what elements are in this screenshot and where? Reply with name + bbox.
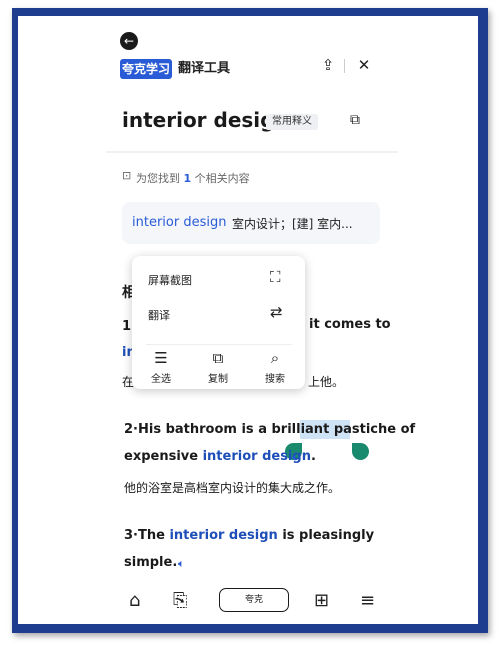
result-count-text: 为您找到 1 个相关内容	[136, 172, 250, 185]
brand-tool-title: 翻译工具	[178, 61, 231, 76]
context-menu: 屏幕截图 ⛶ 翻译 ⇄ ☰ 全选 ⧉ 复制 ⌕ 搜索	[132, 256, 305, 389]
grid-icon[interactable]: ⊞	[314, 590, 329, 611]
menu-item-translate[interactable]: 翻译	[148, 307, 170, 323]
speaker-icon[interactable]: 🔈︎	[178, 557, 185, 571]
back-page-icon[interactable]: ⎘	[173, 590, 187, 611]
translate-icon[interactable]: ⇄	[270, 303, 283, 321]
example-2-translation: 他的浴室是高档室内设计的集大成之作。	[124, 481, 341, 495]
screen: ← 夸克学习 翻译工具 ⇪ ✕ interior design 常用释义 ⧉ ⊡…	[18, 16, 478, 624]
quark-center-button[interactable]: 夸克	[219, 588, 289, 612]
back-arrow-icon[interactable]: ←	[120, 32, 138, 50]
screenshot-icon[interactable]: ⛶	[270, 268, 281, 286]
brand-badge: 夸克学习	[120, 59, 172, 79]
select-all-button[interactable]: ☰ 全选	[141, 348, 181, 385]
copy-icon: ⧉	[212, 349, 224, 367]
example-1-number: 1	[122, 319, 132, 334]
home-icon[interactable]: ⌂	[129, 590, 140, 611]
headword: interior design	[122, 108, 289, 132]
menu-item-screenshot[interactable]: 屏幕截图	[148, 272, 192, 288]
card-definition: 室内设计；[建] 室内...	[232, 217, 353, 231]
search-icon: ⌕	[270, 349, 280, 367]
card-term[interactable]: interior design	[132, 215, 226, 230]
close-icon[interactable]: ✕	[349, 54, 379, 76]
search-result-icon: ⊡	[122, 169, 132, 182]
example-2-line1: 2·His bathroom is a brilliant pastiche o…	[124, 422, 416, 437]
common-meaning-chip[interactable]: 常用释义	[266, 114, 318, 130]
divider	[106, 151, 398, 153]
selected-word[interactable]: pastiche	[334, 422, 396, 437]
example-3-line2: simple.	[124, 555, 178, 570]
example-1-cn-tail: 上他。	[308, 375, 345, 389]
speaker-icon[interactable]: 🔈︎	[292, 451, 299, 465]
select-all-icon: ☰	[154, 349, 168, 367]
search-button[interactable]: ⌕ 搜索	[255, 348, 295, 385]
selection-end-handle[interactable]	[352, 443, 369, 460]
example-3-link[interactable]: interior design	[169, 528, 277, 543]
menu-icon[interactable]: ≡	[360, 590, 375, 611]
copy-icon[interactable]: ⧉	[350, 112, 360, 128]
example-2-line2: expensive interior design.	[124, 449, 316, 464]
copy-button[interactable]: ⧉ 复制	[198, 348, 238, 385]
cloud-add-icon[interactable]: ⇪	[313, 54, 343, 76]
header-divider	[344, 59, 345, 73]
menu-divider	[146, 344, 292, 345]
example-3-line1: 3·The interior design is pleasingly	[124, 528, 375, 543]
example-1-text-tail: it comes to	[309, 317, 391, 332]
